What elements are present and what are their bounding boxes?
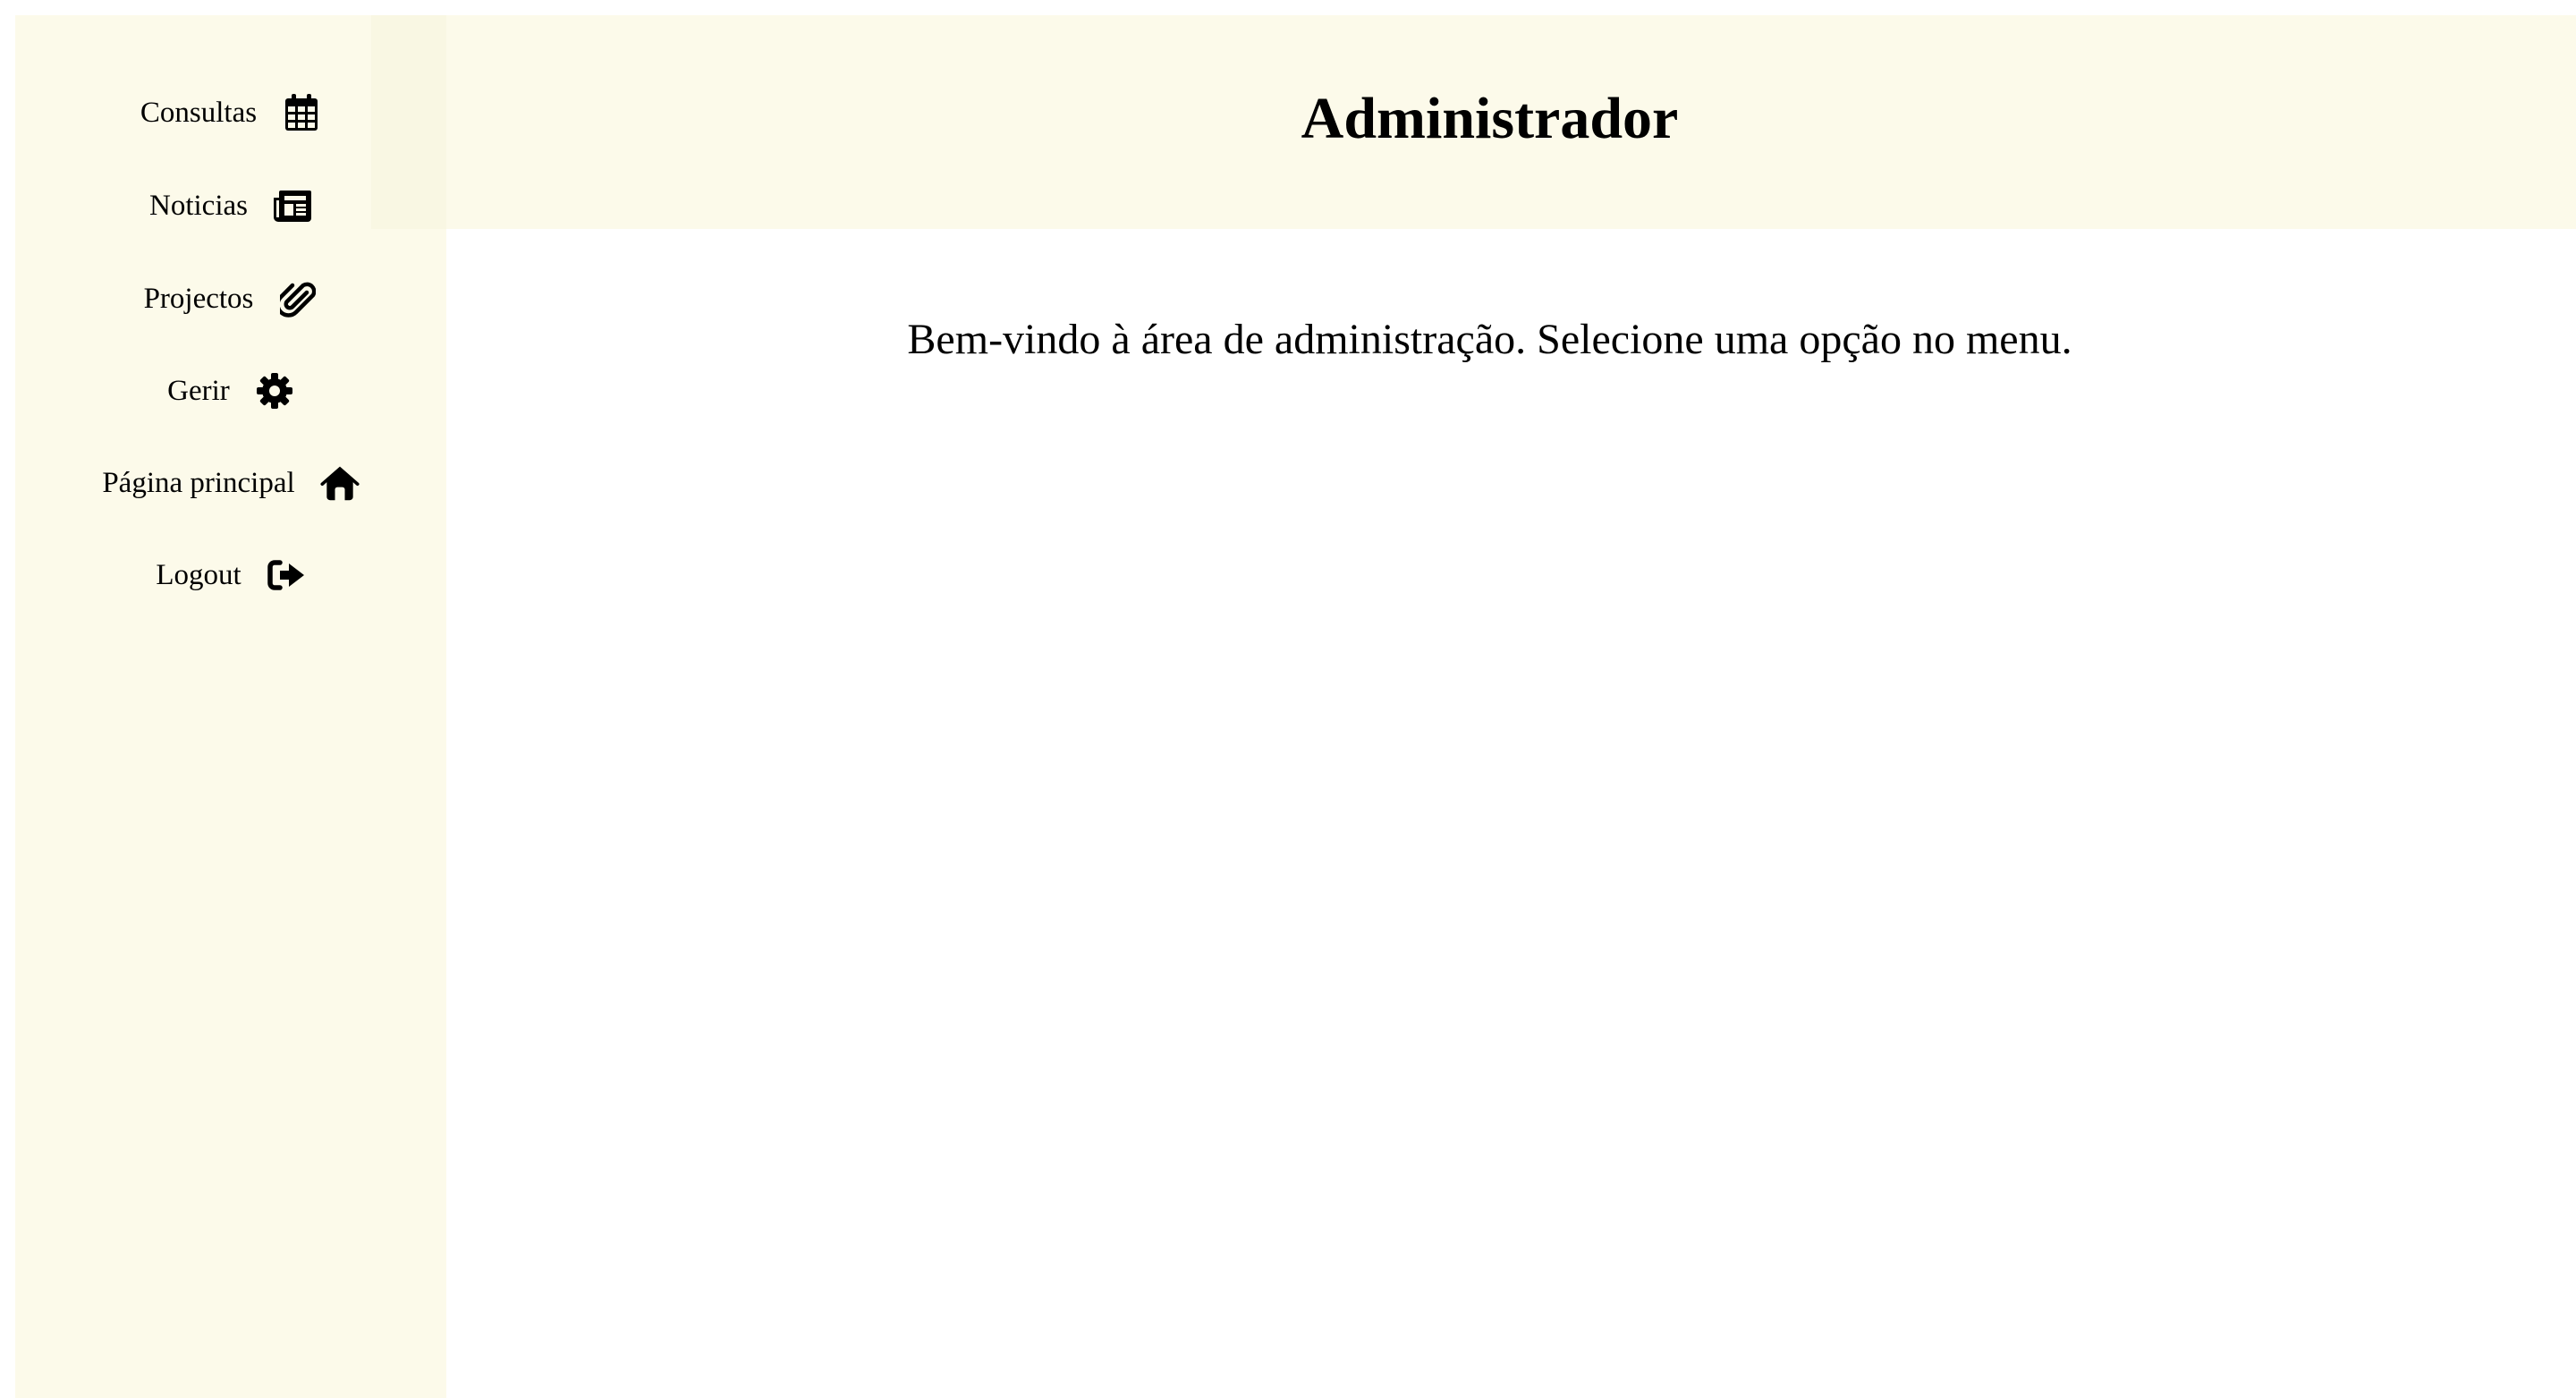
home-icon <box>320 463 360 503</box>
sidebar-item-projectos[interactable]: Projectos <box>15 267 446 330</box>
sidebar-item-label: Noticias <box>149 189 248 222</box>
calendar-icon <box>282 93 321 132</box>
sidebar-item-label: Projectos <box>143 282 254 315</box>
sidebar-item-label: Página principal <box>102 466 295 499</box>
sidebar-item-label: Logout <box>156 558 242 591</box>
header-divider <box>371 15 446 229</box>
sidebar-item-gerir[interactable]: Gerir <box>15 360 446 422</box>
logout-icon <box>267 555 306 595</box>
paperclip-icon <box>278 279 318 318</box>
newspaper-icon <box>273 186 312 225</box>
app-frame: Consultas Noticias Projectos Gerir Págin… <box>15 15 2576 1398</box>
sidebar-item-logout[interactable]: Logout <box>15 544 446 606</box>
welcome-message: Bem-vindo à área de administração. Selec… <box>907 316 2072 363</box>
page-title: Administrador <box>1301 85 1679 151</box>
sidebar-item-label: Consultas <box>140 96 258 129</box>
sidebar-item-pagina-principal[interactable]: Página principal <box>15 452 446 514</box>
gear-icon <box>255 371 294 411</box>
sidebar-item-label: Gerir <box>167 374 230 407</box>
